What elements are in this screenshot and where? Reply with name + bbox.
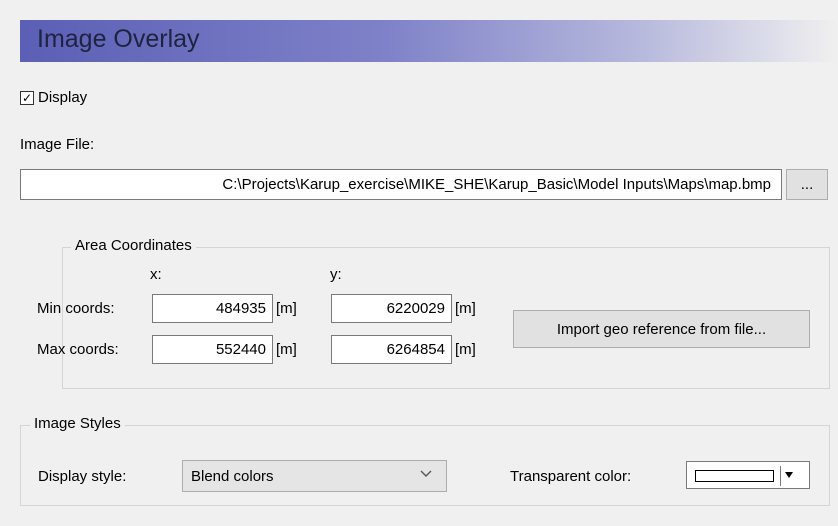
- max-y-unit: [m]: [455, 341, 476, 358]
- min-x-value: 484935: [215, 300, 266, 317]
- y-column-header: y:: [330, 266, 342, 283]
- area-coordinates-title: Area Coordinates: [71, 237, 196, 254]
- max-y-input[interactable]: 6264854: [331, 335, 452, 364]
- image-file-path-text: C:\Projects\Karup_exercise\MIKE_SHE\Karu…: [222, 176, 771, 193]
- panel-header: Image Overlay: [20, 20, 838, 62]
- browse-button-label: ...: [800, 176, 814, 193]
- browse-button[interactable]: ...: [786, 169, 828, 200]
- import-geo-reference-button[interactable]: Import geo reference from file...: [513, 310, 810, 348]
- x-column-header: x:: [150, 266, 162, 283]
- display-checkbox-row[interactable]: ✓ Display: [20, 89, 87, 106]
- transparent-color-label: Transparent color:: [510, 468, 632, 485]
- min-y-unit: [m]: [455, 300, 476, 317]
- display-style-dropdown[interactable]: Blend colors: [182, 460, 447, 492]
- panel-title: Image Overlay: [37, 25, 200, 53]
- display-label: Display: [38, 89, 88, 106]
- max-x-value: 552440: [215, 341, 266, 358]
- checkmark-icon: ✓: [21, 90, 33, 105]
- max-x-unit: [m]: [276, 341, 297, 358]
- display-checkbox[interactable]: ✓: [20, 90, 34, 105]
- max-x-input[interactable]: 552440: [152, 335, 273, 364]
- min-y-input[interactable]: 6220029: [331, 294, 452, 323]
- color-picker-divider: [780, 466, 781, 486]
- max-coords-label: Max coords:: [37, 341, 119, 358]
- display-style-value: Blend colors: [191, 467, 274, 485]
- image-file-label: Image File:: [20, 136, 95, 153]
- display-style-label: Display style:: [38, 468, 127, 485]
- min-coords-label: Min coords:: [37, 300, 115, 317]
- min-x-input[interactable]: 484935: [152, 294, 273, 323]
- color-swatch: [695, 470, 774, 482]
- dropdown-arrow-icon[interactable]: [785, 472, 793, 478]
- image-styles-title: Image Styles: [30, 415, 125, 432]
- import-geo-reference-label: Import geo reference from file...: [556, 320, 767, 338]
- transparent-color-picker[interactable]: [686, 461, 810, 489]
- max-y-value: 6264854: [386, 341, 445, 358]
- chevron-down-icon: [420, 470, 432, 477]
- min-y-value: 6220029: [386, 300, 445, 317]
- min-x-unit: [m]: [276, 300, 297, 317]
- image-file-path-input[interactable]: C:\Projects\Karup_exercise\MIKE_SHE\Karu…: [20, 169, 782, 200]
